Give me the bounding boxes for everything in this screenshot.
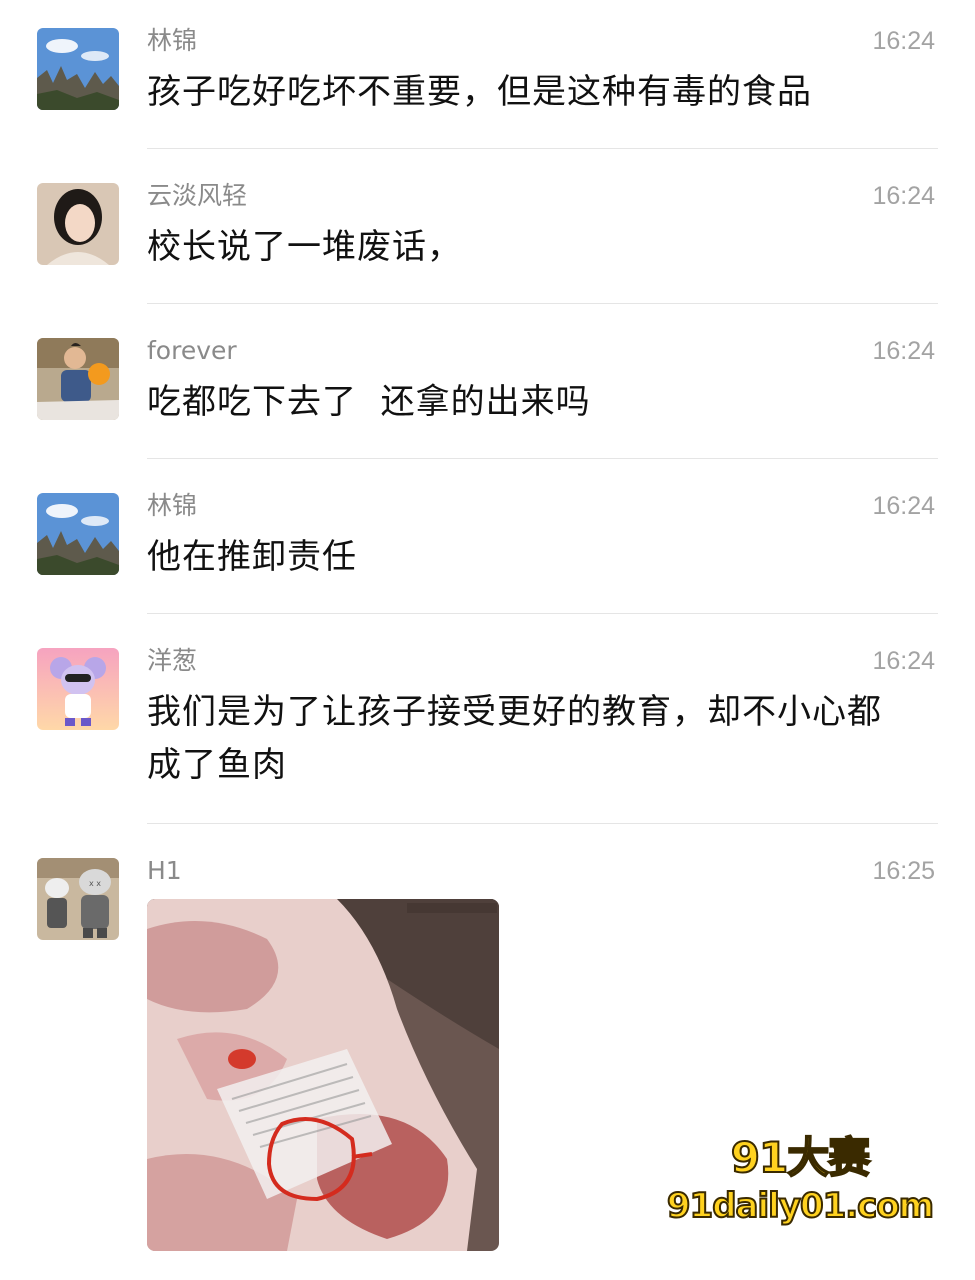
divider	[147, 823, 938, 824]
watermark: 91大赛 91daily01.com	[660, 1132, 940, 1228]
toy-figures-avatar-icon[interactable]: x x	[37, 858, 119, 940]
divider	[147, 458, 938, 459]
meat-package-photo[interactable]	[147, 899, 499, 1251]
watermark-url: 91daily01.com	[666, 1185, 935, 1227]
message-text: 成了鱼肉	[147, 745, 287, 785]
sender-name: 洋葱	[147, 646, 198, 675]
message-time: 16:24	[872, 182, 935, 210]
child-balloon-avatar-icon[interactable]	[37, 338, 119, 420]
divider	[147, 148, 938, 149]
svg-text:x x: x x	[89, 879, 101, 888]
sender-name: 林锦	[147, 26, 198, 55]
divider	[147, 613, 938, 614]
sender-name: forever	[147, 336, 237, 365]
message-time: 16:24	[872, 492, 935, 520]
divider	[147, 303, 938, 304]
message-text: 孩子吃好吃坏不重要，但是这种有毒的食品	[147, 72, 812, 112]
watermark-title: 91大赛	[730, 1132, 871, 1183]
sender-name: 云淡风轻	[147, 181, 248, 210]
landscape-avatar-icon[interactable]	[37, 28, 119, 110]
message-time: 16:25	[872, 857, 935, 885]
message-time: 16:24	[872, 27, 935, 55]
message-text: 他在推卸责任	[147, 537, 357, 577]
cartoon-mouse-avatar-icon[interactable]	[37, 648, 119, 730]
message-text: 吃都吃下去了 还拿的出来吗	[147, 382, 591, 422]
message-time: 16:24	[872, 337, 935, 365]
message-text: 我们是为了让孩子接受更好的教育，却不小心都	[147, 692, 882, 732]
sender-name: 林锦	[147, 491, 198, 520]
landscape-avatar-icon[interactable]	[37, 493, 119, 575]
message-text: 校长说了一堆废话，	[147, 227, 462, 267]
sender-name: H1	[147, 856, 182, 885]
woman-portrait-avatar-icon[interactable]	[37, 183, 119, 265]
message-time: 16:24	[872, 647, 935, 675]
